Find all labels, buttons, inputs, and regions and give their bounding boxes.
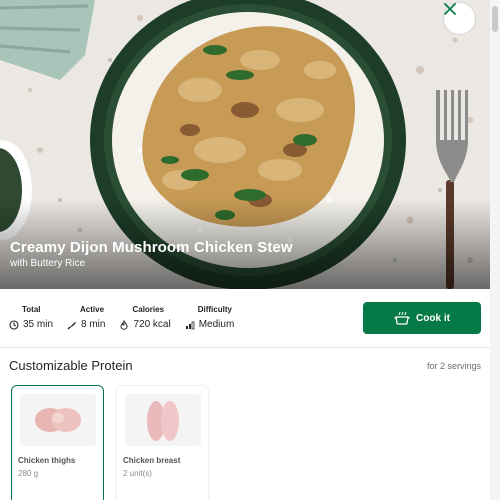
stat-difficulty: Difficulty Medium xyxy=(185,305,235,330)
close-button[interactable] xyxy=(443,2,476,35)
protein-name: Chicken thighs xyxy=(18,456,76,465)
recipe-title: Creamy Dijon Mushroom Chicken Stew xyxy=(10,239,293,256)
stat-total-time: Total 35 min xyxy=(9,305,53,330)
close-icon xyxy=(444,3,456,15)
stat-label: Calories xyxy=(132,305,165,314)
stat-active-time: Active 8 min xyxy=(67,305,105,330)
scrollbar-thumb[interactable] xyxy=(492,6,498,32)
divider xyxy=(0,347,490,348)
pot-icon xyxy=(394,311,410,325)
stat-label: Difficulty xyxy=(197,305,232,314)
protein-image xyxy=(20,394,96,446)
protein-image xyxy=(125,394,201,446)
difficulty-bars-icon xyxy=(185,321,195,329)
protein-name: Chicken breast xyxy=(123,456,181,465)
cook-it-button[interactable]: Cook it xyxy=(363,302,481,334)
stat-value: 35 min xyxy=(23,319,54,330)
stat-value: 8 min xyxy=(81,319,106,330)
stat-value: 720 kcal xyxy=(133,319,171,330)
recipe-hero-image: Creamy Dijon Mushroom Chicken Stew with … xyxy=(0,0,490,289)
cook-it-label: Cook it xyxy=(416,312,450,324)
protein-quantity: 2 unit(s) xyxy=(123,469,152,478)
scrollbar-track[interactable] xyxy=(490,0,500,500)
protein-option-chicken-thighs[interactable]: Chicken thighs 280 g xyxy=(11,385,104,500)
stat-calories: Calories 720 kcal xyxy=(119,305,171,330)
recipe-subtitle: with Buttery Rice xyxy=(10,258,86,269)
knife-icon xyxy=(67,321,76,329)
protein-quantity: 280 g xyxy=(18,469,39,478)
protein-section-title: Customizable Protein xyxy=(9,358,133,373)
stat-label: Total xyxy=(22,305,41,314)
protein-option-chicken-breast[interactable]: Chicken breast 2 unit(s) xyxy=(116,385,209,500)
flame-icon xyxy=(120,319,128,330)
stat-label: Active xyxy=(80,305,105,314)
recipe-stats: Total 35 min Active 8 min Calories 720 k… xyxy=(9,305,248,330)
servings-label: for 2 servings xyxy=(426,361,481,371)
stat-value: Medium xyxy=(198,319,235,330)
clock-icon xyxy=(9,319,19,330)
